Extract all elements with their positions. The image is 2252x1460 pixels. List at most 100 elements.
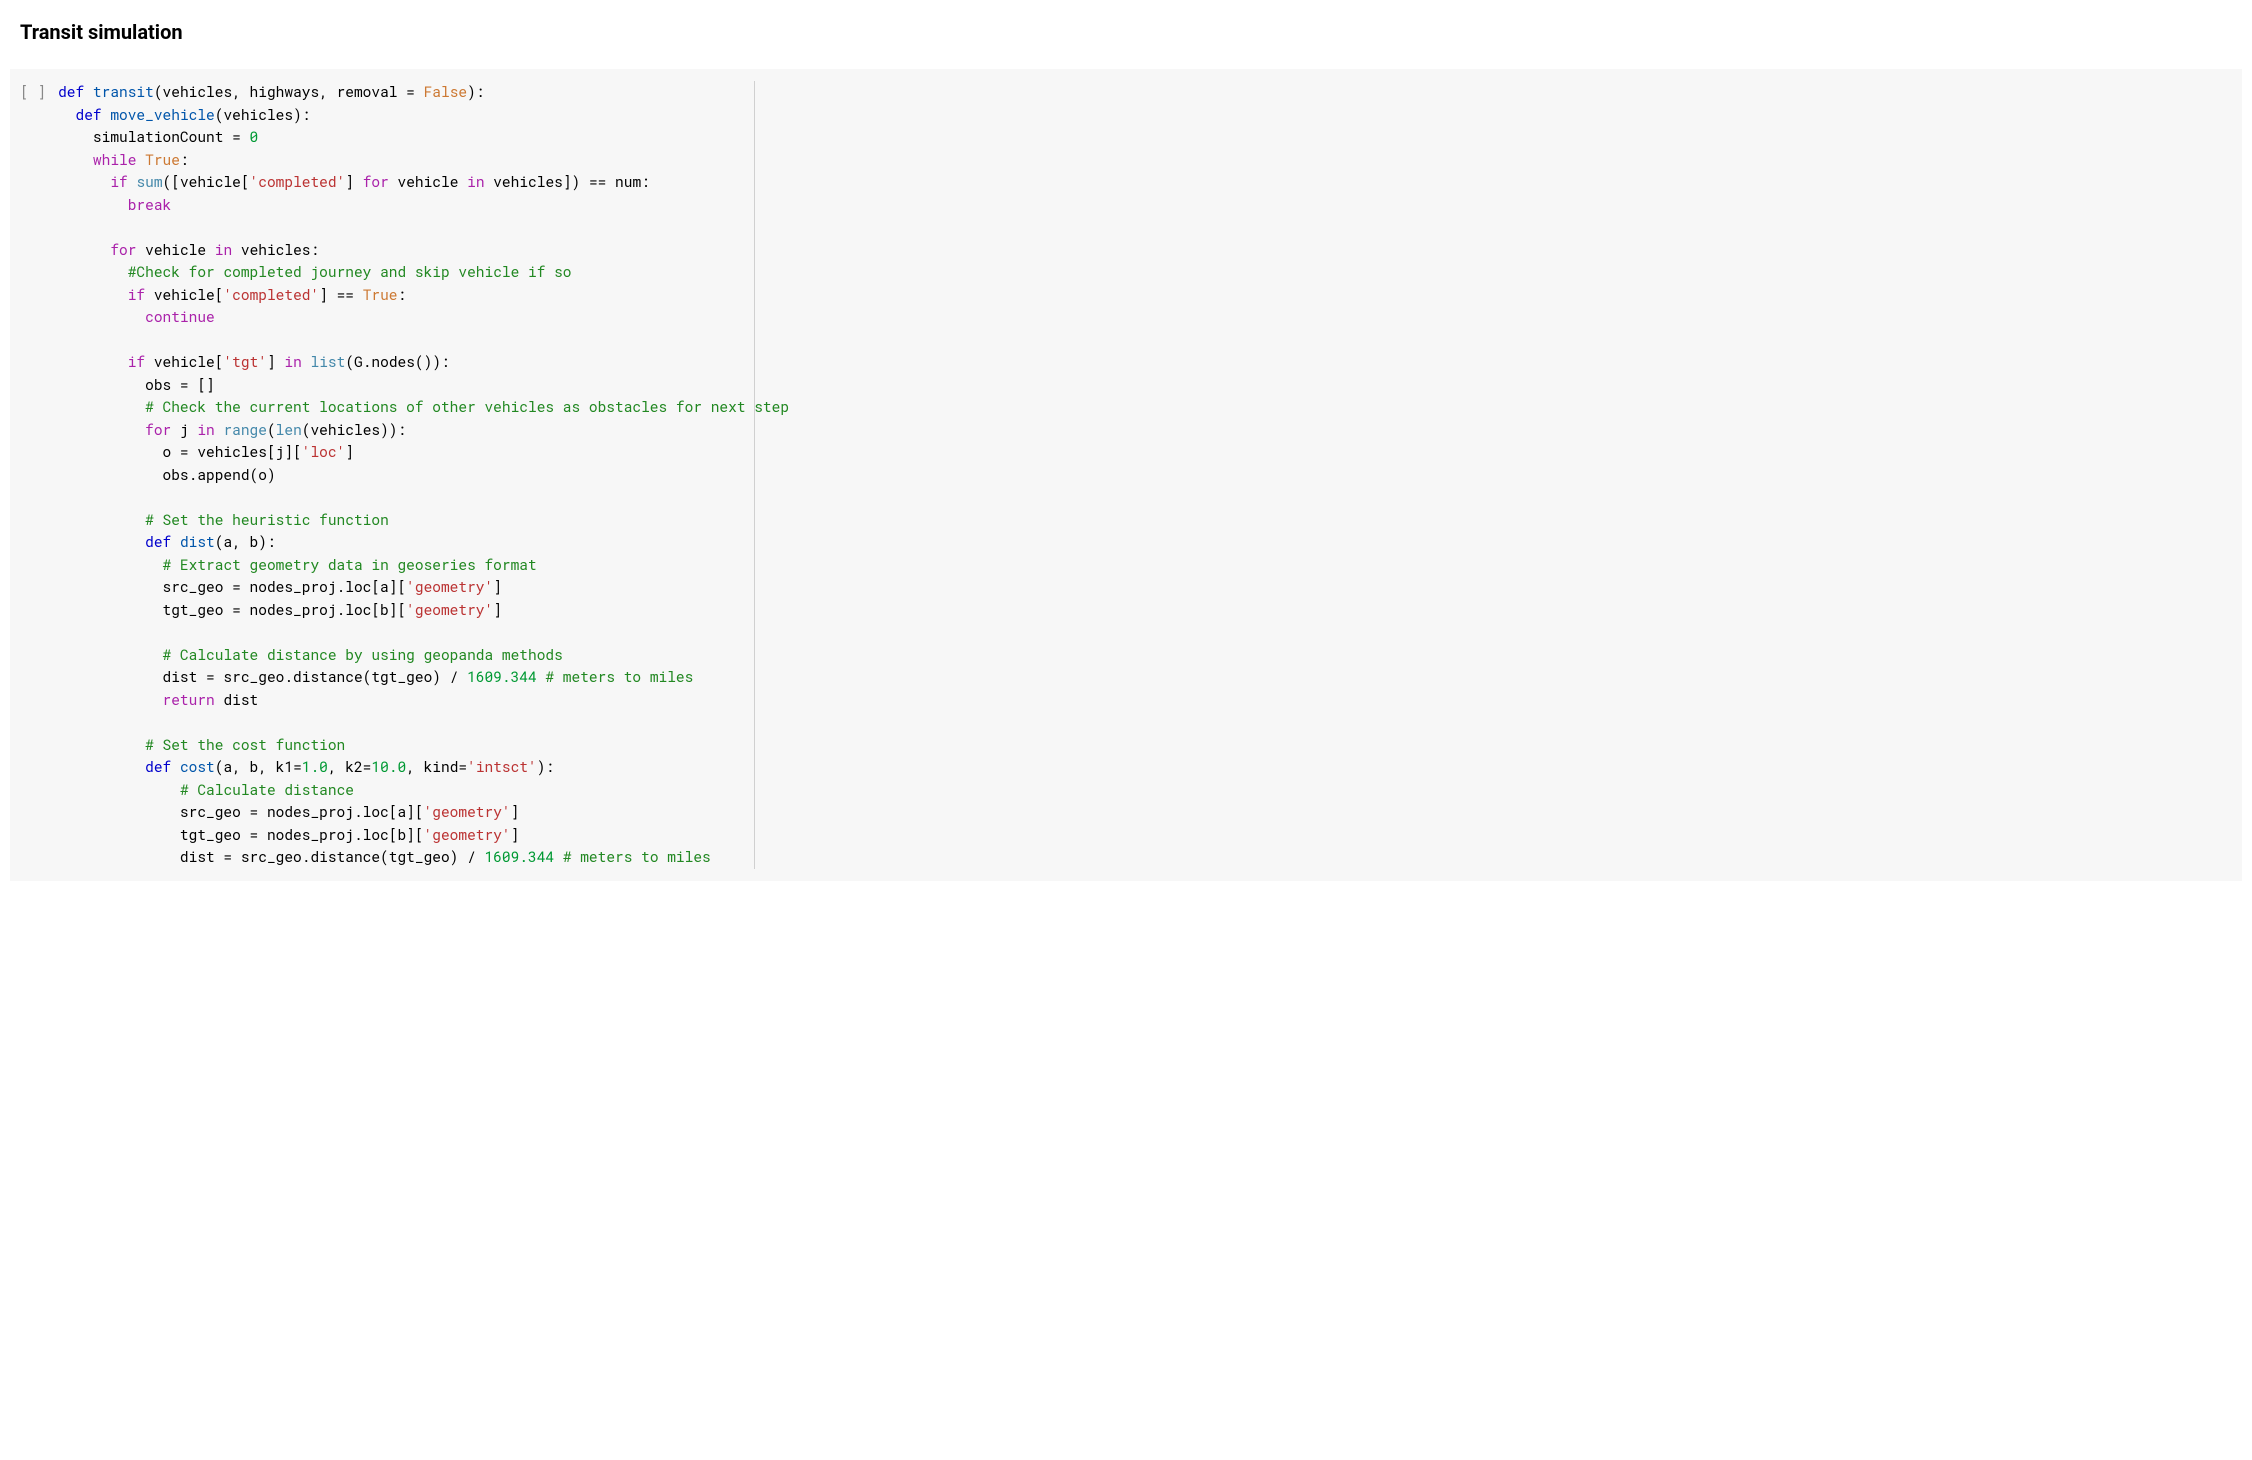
code-token: (vehicles)): xyxy=(302,420,406,439)
code-token: def xyxy=(145,757,180,776)
code-token: obs.append(o) xyxy=(58,465,276,484)
code-token xyxy=(58,172,110,191)
code-token: for xyxy=(363,172,398,191)
code-token: , kind= xyxy=(406,757,467,776)
code-token: src_geo = nodes_proj.loc[a][ xyxy=(58,802,423,821)
code-token: ] xyxy=(267,352,284,371)
code-token: # Extract geometry data in geoseries for… xyxy=(163,555,537,574)
code-token xyxy=(58,510,145,529)
code-token: vehicle xyxy=(145,240,215,259)
code-token: src_geo = nodes_proj.loc[a][ xyxy=(58,577,406,596)
code-token: ): xyxy=(467,82,484,101)
code-token xyxy=(58,397,145,416)
code-token: len xyxy=(276,420,302,439)
code-token: in xyxy=(467,172,493,191)
code-token: 1609.344 xyxy=(484,847,554,866)
code-token: move_vehicle xyxy=(110,105,214,124)
code-token xyxy=(58,645,162,664)
code-token xyxy=(58,195,128,214)
code-token: tgt_geo = nodes_proj.loc[b][ xyxy=(58,825,423,844)
code-token: (a, b): xyxy=(215,532,276,551)
code-token: #Check for completed journey and skip ve… xyxy=(128,262,572,281)
code-token: ] xyxy=(511,802,520,821)
code-token xyxy=(58,105,75,124)
code-token: vehicles]) == num: xyxy=(493,172,650,191)
code-token: 10.0 xyxy=(371,757,406,776)
code-token: 'geometry' xyxy=(406,577,493,596)
code-token: : xyxy=(398,285,407,304)
code-token: # Set the cost function xyxy=(145,735,345,754)
code-token xyxy=(554,847,563,866)
code-token xyxy=(58,420,145,439)
code-token: in xyxy=(215,240,241,259)
code-token: transit xyxy=(93,82,154,101)
code-token: , k2= xyxy=(328,757,372,776)
code-token xyxy=(58,532,145,551)
code-token: list xyxy=(311,352,346,371)
code-token: if xyxy=(128,285,154,304)
code-token: in xyxy=(284,352,310,371)
code-token xyxy=(58,757,145,776)
code-token: 0 xyxy=(250,127,259,146)
code-token: 'completed' xyxy=(250,172,346,191)
code-token: 'geometry' xyxy=(424,825,511,844)
code-token: ] xyxy=(511,825,520,844)
code-token: (G.nodes()): xyxy=(345,352,449,371)
code-token: return xyxy=(163,690,224,709)
code-token: False xyxy=(424,82,468,101)
code-token: True xyxy=(363,285,398,304)
code-token: while xyxy=(93,150,145,169)
code-token: for xyxy=(110,240,145,259)
code-token: vehicle[ xyxy=(154,285,224,304)
code-token: # Calculate distance by using geopanda m… xyxy=(163,645,563,664)
code-token: dist xyxy=(223,690,258,709)
code-token: # Set the heuristic function xyxy=(145,510,389,529)
code-container[interactable]: def transit(vehicles, highways, removal … xyxy=(58,81,2232,869)
code-token: # Check the current locations of other v… xyxy=(145,397,789,416)
code-token: range xyxy=(223,420,267,439)
code-token: for xyxy=(145,420,180,439)
cell-execution-gutter[interactable]: [ ] xyxy=(20,81,58,869)
code-token: ( xyxy=(267,420,276,439)
code-token: 'geometry' xyxy=(406,600,493,619)
code-token: vehicles: xyxy=(241,240,319,259)
code-token: def xyxy=(76,105,111,124)
code-token: def xyxy=(145,532,180,551)
code-token: 1609.344 xyxy=(467,667,537,686)
code-token: 'tgt' xyxy=(223,352,267,371)
code-token: : xyxy=(180,150,189,169)
code-token: if xyxy=(110,172,136,191)
code-token: o = vehicles[j][ xyxy=(58,442,302,461)
code-token: 'intsct' xyxy=(467,757,537,776)
code-token xyxy=(58,735,145,754)
code-token: (vehicles, highways, removal = xyxy=(154,82,424,101)
code-token: continue xyxy=(145,307,215,326)
code-token: dist = src_geo.distance(tgt_geo) / xyxy=(58,847,484,866)
code-editor[interactable]: def transit(vehicles, highways, removal … xyxy=(58,81,2232,869)
code-token: break xyxy=(128,195,172,214)
code-token: # meters to miles xyxy=(563,847,711,866)
code-token: (a, b, k1= xyxy=(215,757,302,776)
code-token xyxy=(58,307,145,326)
code-token: sum xyxy=(136,172,162,191)
code-token: ] xyxy=(493,577,502,596)
code-token xyxy=(58,285,128,304)
code-token: ] xyxy=(345,172,362,191)
code-token xyxy=(58,555,162,574)
code-token: simulationCount = xyxy=(58,127,249,146)
code-token: vehicle xyxy=(398,172,468,191)
code-token: def xyxy=(58,82,93,101)
code-token: ([vehicle[ xyxy=(163,172,250,191)
code-token: if xyxy=(128,352,154,371)
code-token: in xyxy=(197,420,223,439)
code-token: (vehicles): xyxy=(215,105,311,124)
code-cell[interactable]: [ ] def transit(vehicles, highways, remo… xyxy=(10,69,2242,881)
code-token xyxy=(58,150,93,169)
code-token: tgt_geo = nodes_proj.loc[b][ xyxy=(58,600,406,619)
code-token: ] == xyxy=(319,285,363,304)
code-token: True xyxy=(145,150,180,169)
code-token: vehicle[ xyxy=(154,352,224,371)
code-token xyxy=(58,780,180,799)
code-token: cost xyxy=(180,757,215,776)
code-token xyxy=(58,262,128,281)
